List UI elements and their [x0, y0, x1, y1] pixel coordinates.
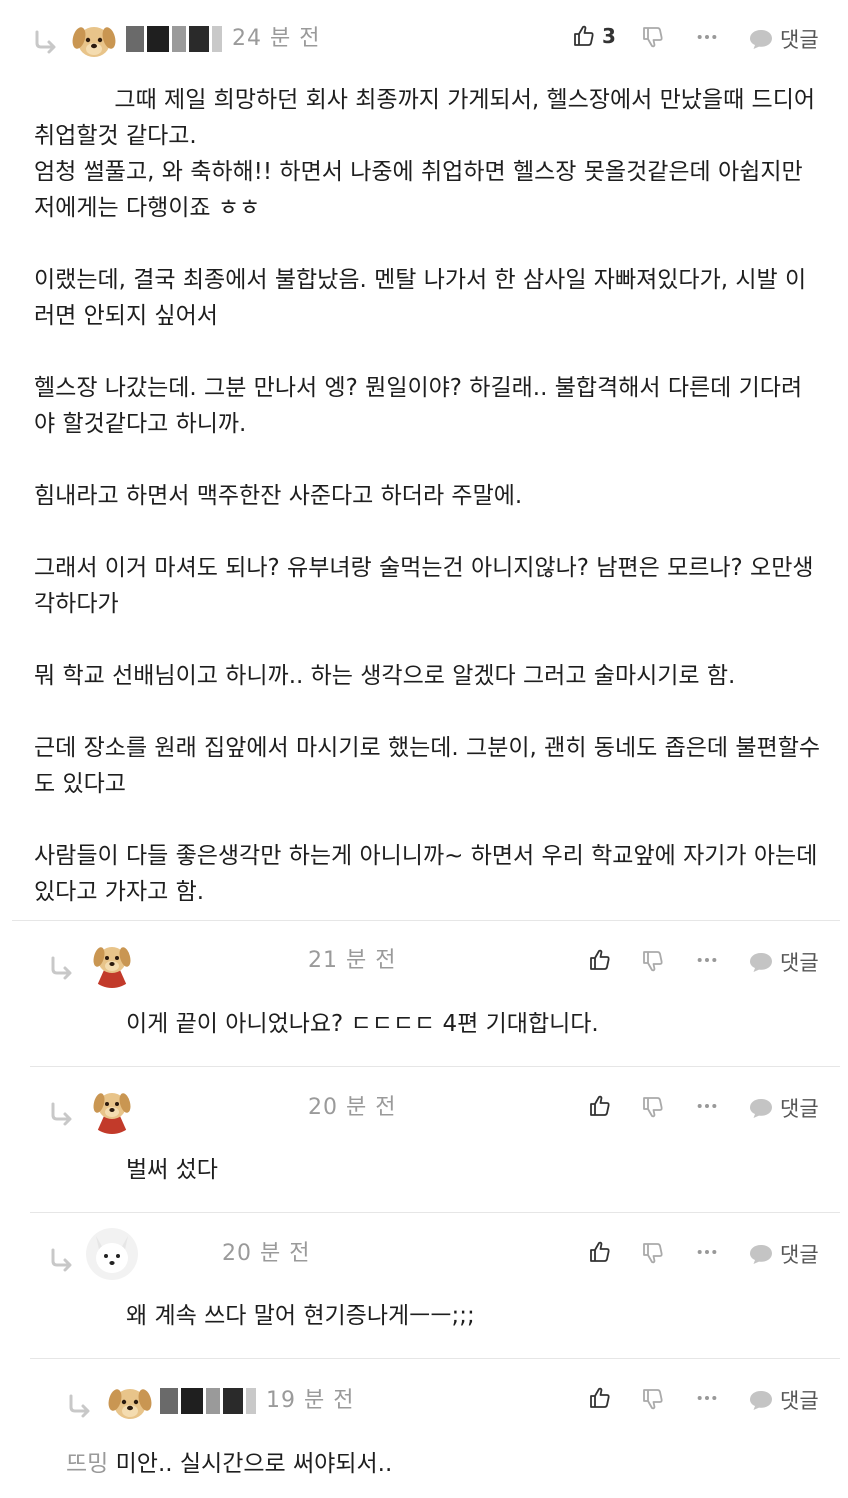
- more-button[interactable]: [696, 956, 718, 964]
- comment-time: 24 분 전: [232, 26, 321, 51]
- comment-header: 21 분 전 댓글: [0, 932, 848, 992]
- reply-label: 댓글: [780, 951, 819, 975]
- like-button[interactable]: [588, 1094, 612, 1118]
- divider: [30, 1212, 840, 1213]
- comment-text: 이게 끝이 아니었나요? ㄷㄷㄷㄷ 4편 기대합니다.: [126, 1011, 599, 1037]
- avatar[interactable]: [86, 936, 138, 988]
- reply-arrow-icon: [48, 1246, 76, 1274]
- like-button[interactable]: [588, 948, 612, 972]
- reply-arrow-icon: [66, 1392, 94, 1420]
- speech-bubble-icon: [748, 1097, 774, 1119]
- comment-text: 왜 계속 쓰다 말어 현기증나게ㅡㅡ;;;: [126, 1303, 475, 1329]
- speech-bubble-icon: [748, 1389, 774, 1411]
- more-button[interactable]: [696, 1248, 718, 1256]
- comment-text: 뜨밍 미안.. 실시간으로 써야되서..: [66, 1446, 816, 1482]
- like-button[interactable]: [588, 1240, 612, 1264]
- dislike-button[interactable]: [641, 1095, 665, 1119]
- more-button[interactable]: [696, 1394, 718, 1402]
- comment-time: 20 분 전: [222, 1241, 311, 1266]
- comment-text-body: 미안.. 실시간으로 써야되서..: [108, 1451, 393, 1477]
- thumbs-up-icon: [588, 1240, 612, 1264]
- divider: [12, 920, 840, 921]
- dislike-button[interactable]: [641, 949, 665, 973]
- username-censored[interactable]: [160, 1388, 256, 1414]
- comment-header: 20 분 전 댓글: [0, 1078, 848, 1138]
- dislike-button[interactable]: [641, 1241, 665, 1265]
- reply-arrow-icon: [48, 1100, 76, 1128]
- mention-tag[interactable]: 뜨밍: [66, 1451, 108, 1477]
- reply-label: 댓글: [780, 1097, 819, 1121]
- dislike-button[interactable]: [641, 1387, 665, 1411]
- reply-button[interactable]: 댓글: [748, 1093, 819, 1123]
- comment-header: 24 분 전 3 댓글: [0, 8, 848, 68]
- divider: [30, 1066, 840, 1067]
- speech-bubble-icon: [748, 951, 774, 973]
- like-button[interactable]: 3: [572, 24, 616, 48]
- reply-button[interactable]: 댓글: [748, 24, 819, 54]
- comment-time: 20 분 전: [308, 1095, 397, 1120]
- thumbs-up-icon: [588, 1094, 612, 1118]
- thumbs-up-icon: [588, 1386, 612, 1410]
- thumbs-down-icon: [641, 1241, 665, 1265]
- more-dots-icon: [696, 1102, 718, 1110]
- thumbs-down-icon: [641, 25, 665, 49]
- avatar[interactable]: [104, 1376, 156, 1428]
- thumbs-down-icon: [641, 949, 665, 973]
- avatar[interactable]: [86, 1228, 138, 1280]
- username-censored[interactable]: [126, 26, 222, 52]
- reply-label: 댓글: [780, 1389, 819, 1413]
- more-button[interactable]: [696, 1102, 718, 1110]
- comment-text: 벌써 섰다: [126, 1157, 218, 1183]
- thumbs-down-icon: [641, 1095, 665, 1119]
- speech-bubble-icon: [748, 1243, 774, 1265]
- reply-button[interactable]: 댓글: [748, 947, 819, 977]
- more-button[interactable]: [696, 33, 718, 41]
- reply-label: 댓글: [780, 1243, 819, 1267]
- comment-time: 21 분 전: [308, 948, 397, 973]
- reply-button[interactable]: 댓글: [748, 1239, 819, 1269]
- like-button[interactable]: [588, 1386, 612, 1410]
- reply-label: 댓글: [780, 28, 819, 52]
- more-dots-icon: [696, 1248, 718, 1256]
- thumbs-up-icon: [572, 24, 596, 48]
- comment-header: 20 분 전 댓글: [0, 1224, 848, 1284]
- speech-bubble-icon: [748, 28, 774, 50]
- reply-button[interactable]: 댓글: [748, 1385, 819, 1415]
- avatar[interactable]: [68, 14, 120, 66]
- dislike-button[interactable]: [641, 25, 665, 49]
- more-dots-icon: [696, 956, 718, 964]
- avatar[interactable]: [86, 1082, 138, 1134]
- thumbs-up-icon: [588, 948, 612, 972]
- more-dots-icon: [696, 33, 718, 41]
- comment-header: 19 분 전 댓글: [0, 1370, 848, 1430]
- more-dots-icon: [696, 1394, 718, 1402]
- reply-arrow-icon: [32, 28, 60, 56]
- comment-text: 그때 제일 희망하던 회사 최종까지 가게되서, 헬스장에서 만났을때 드디어 …: [34, 87, 821, 905]
- reply-arrow-icon: [48, 954, 76, 982]
- like-count: 3: [602, 24, 616, 48]
- thumbs-down-icon: [641, 1387, 665, 1411]
- comment-time: 19 분 전: [266, 1388, 355, 1413]
- divider: [30, 1358, 840, 1359]
